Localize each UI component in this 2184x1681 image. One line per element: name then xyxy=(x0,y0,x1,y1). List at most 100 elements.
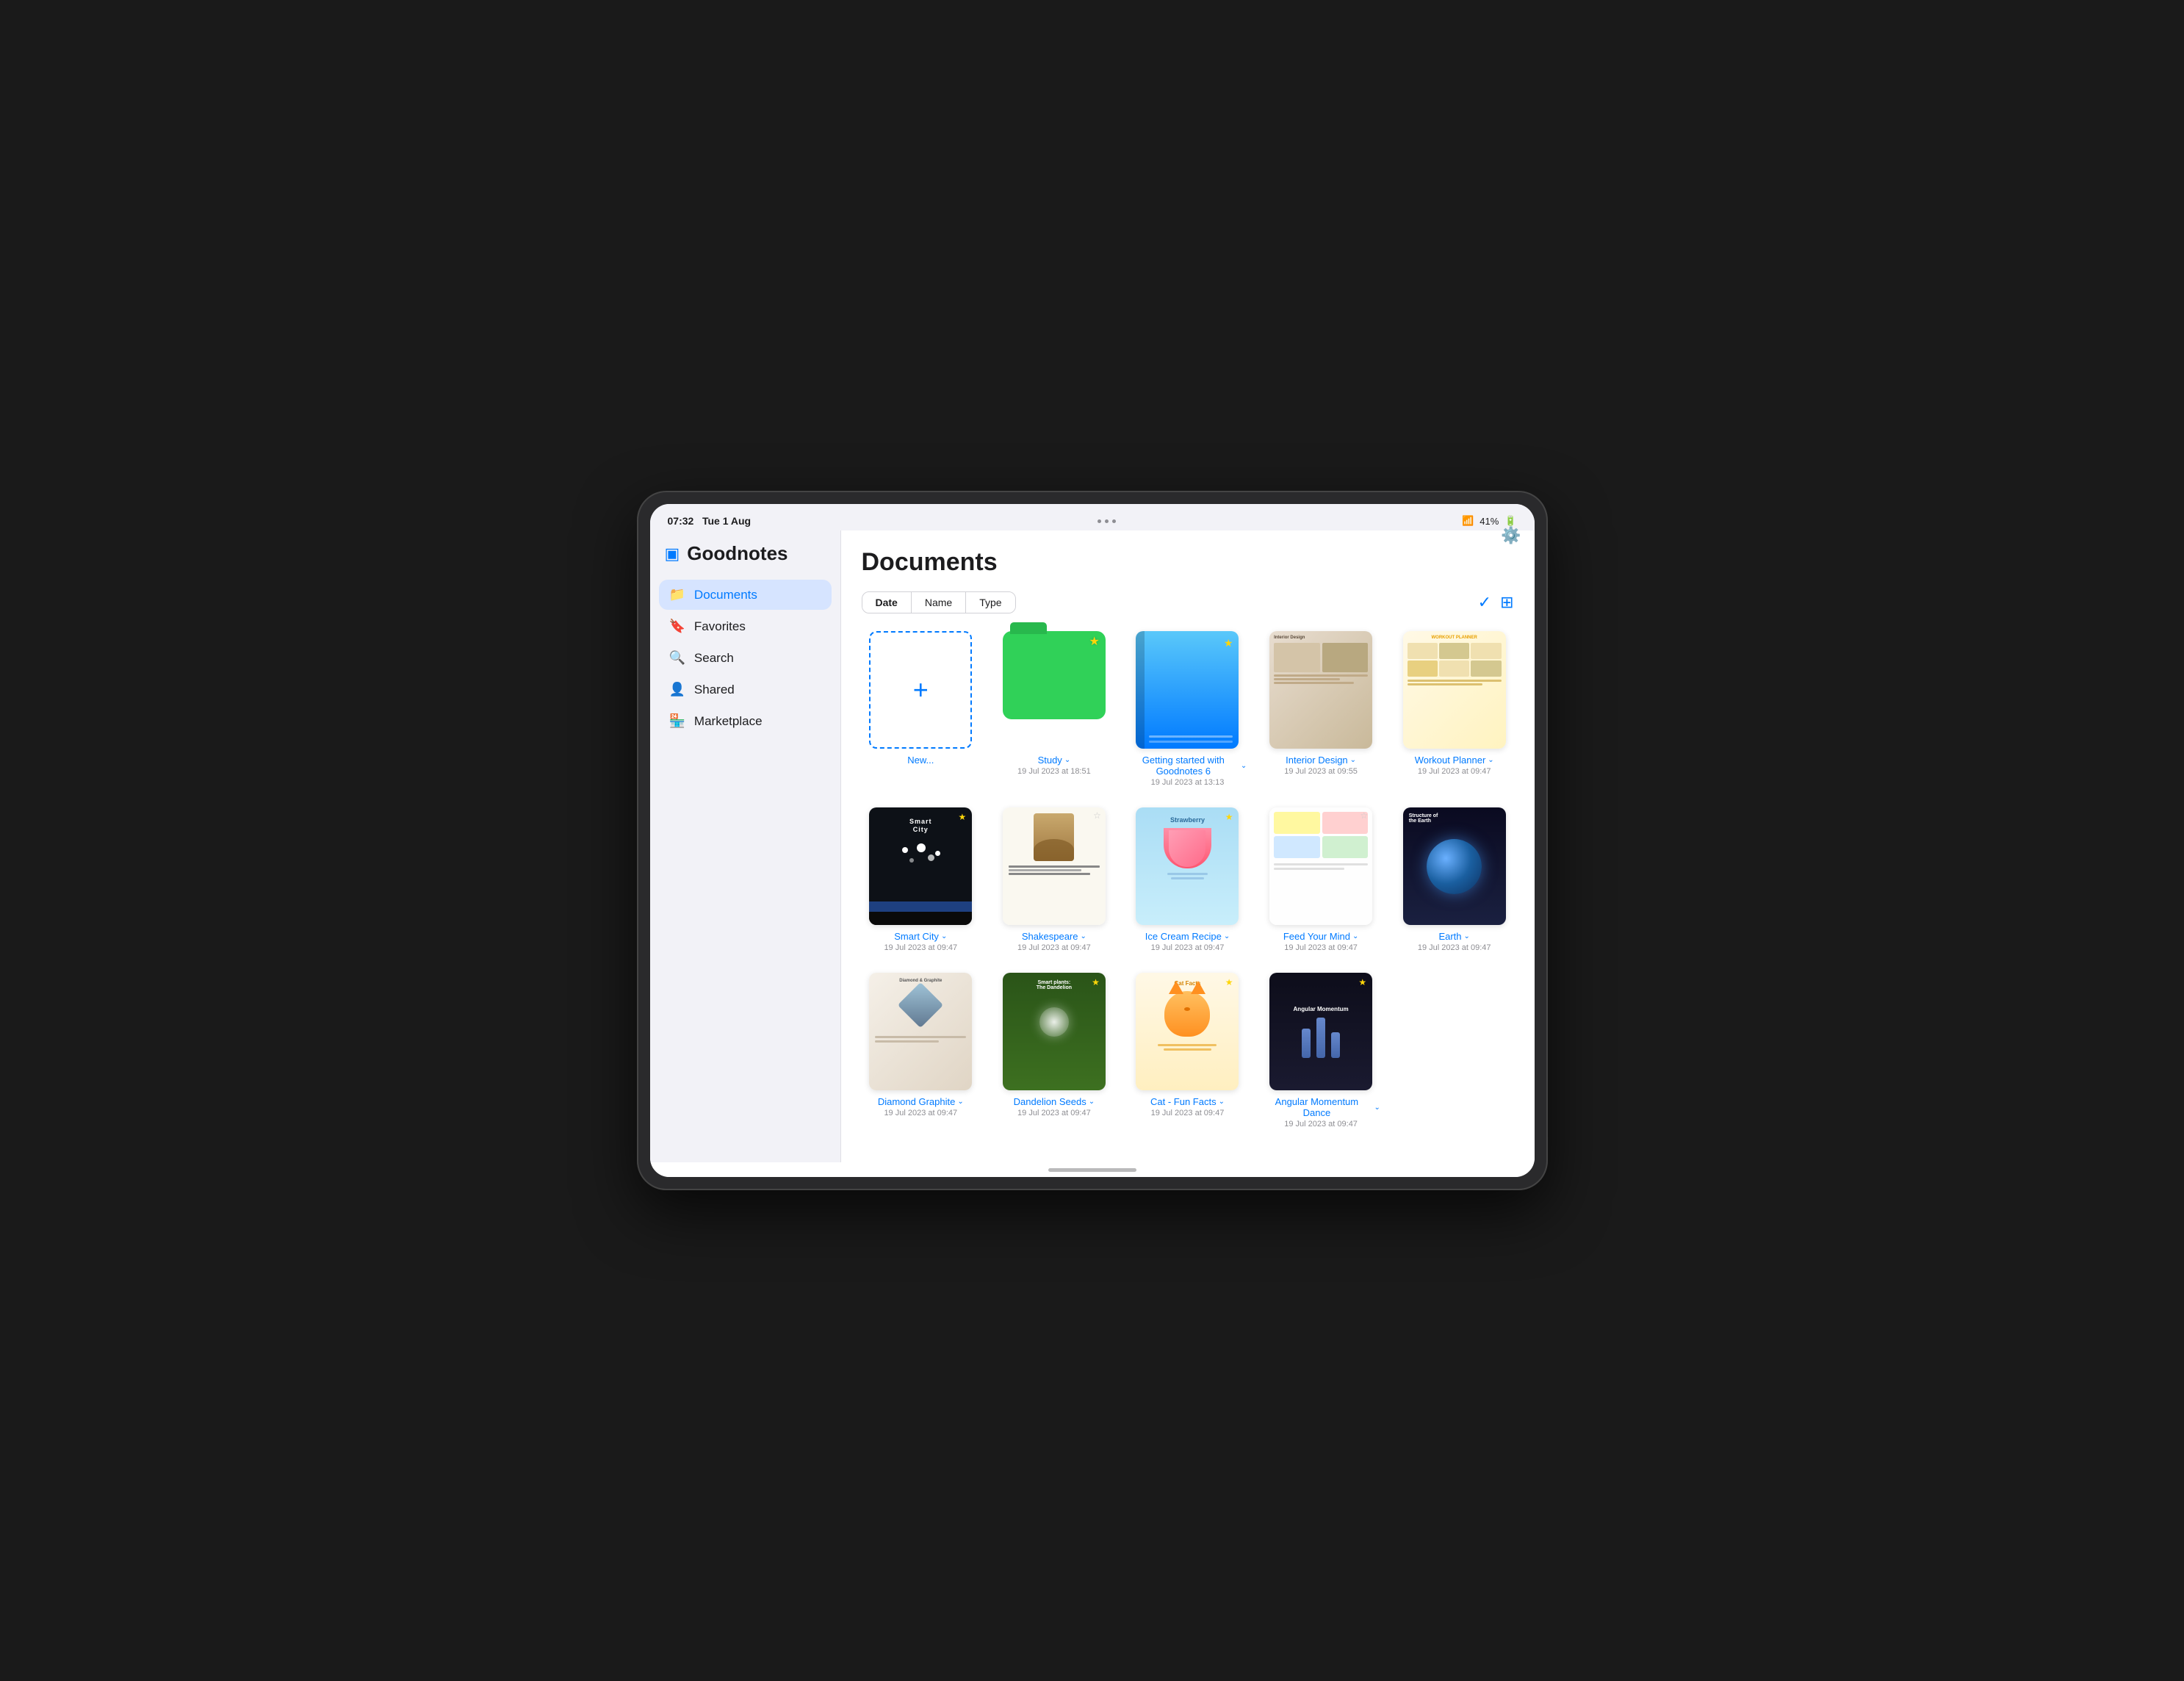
sidebar-item-search-label: Search xyxy=(694,651,734,666)
sidebar-header: ▣ Goodnotes xyxy=(659,542,832,565)
battery-percent: 41% xyxy=(1480,516,1499,527)
doc-name-interior-design: Interior Design ⌄ xyxy=(1286,755,1356,766)
study-star-icon: ★ xyxy=(1089,634,1100,649)
doc-date-feed-your-mind: 19 Jul 2023 at 09:47 xyxy=(1284,943,1358,952)
wifi-icon: 📶 xyxy=(1462,515,1474,527)
doc-date-angular-momentum: 19 Jul 2023 at 09:47 xyxy=(1284,1120,1358,1129)
doc-item-angular-momentum[interactable]: Angular Momentum ★ Angular Momentum Da xyxy=(1261,973,1380,1129)
earth-thumbnail: Structure ofthe Earth xyxy=(1403,807,1506,925)
shared-icon: 👤 xyxy=(669,682,685,697)
smart-city-chevron-icon: ⌄ xyxy=(941,932,947,940)
ipad-screen: 07:32 Tue 1 Aug 📶 41% 🔋 ▣ Goodnotes xyxy=(650,504,1535,1177)
sidebar-item-marketplace[interactable]: 🏪 Marketplace xyxy=(659,706,832,736)
study-chevron-icon: ⌄ xyxy=(1064,756,1070,764)
status-date: Tue 1 Aug xyxy=(702,515,751,527)
sidebar: ▣ Goodnotes 📁 Documents 🔖 Favorites 🔍 Se… xyxy=(650,530,841,1162)
doc-item-smart-city[interactable]: SmartCity ★ xyxy=(862,807,981,952)
diamond-graphite-chevron-icon: ⌄ xyxy=(957,1098,963,1106)
search-icon: 🔍 xyxy=(669,650,685,666)
dot-1 xyxy=(1098,519,1101,523)
documents-icon: 📁 xyxy=(669,587,685,602)
sidebar-item-shared-label: Shared xyxy=(694,683,735,697)
sort-tab-name[interactable]: Name xyxy=(912,592,966,613)
dot-3 xyxy=(1112,519,1116,523)
doc-date-workout-planner: 19 Jul 2023 at 09:47 xyxy=(1418,767,1491,776)
cat-fun-facts-thumbnail: Cat Facts ★ xyxy=(1136,973,1239,1090)
diamond-graphite-thumbnail: Diamond & Graphite xyxy=(869,973,972,1090)
ipad-frame: 07:32 Tue 1 Aug 📶 41% 🔋 ▣ Goodnotes xyxy=(637,491,1548,1190)
cat-fun-facts-chevron-icon: ⌄ xyxy=(1219,1098,1225,1106)
doc-name-workout-planner: Workout Planner ⌄ xyxy=(1415,755,1494,766)
doc-date-earth: 19 Jul 2023 at 09:47 xyxy=(1418,943,1491,952)
settings-button[interactable]: ⚙️ xyxy=(1501,530,1521,545)
status-right: 📶 41% 🔋 xyxy=(1462,515,1516,527)
home-indicator xyxy=(650,1162,1535,1177)
new-doc-thumbnail: + xyxy=(869,631,972,749)
workout-planner-thumbnail: WORKOUT PLANNER xyxy=(1403,631,1506,749)
doc-name-getting-started: Getting started with Goodnotes 6 ⌄ xyxy=(1128,755,1247,777)
doc-name-study: Study ⌄ xyxy=(1038,755,1071,766)
sidebar-item-documents[interactable]: 📁 Documents xyxy=(659,580,832,610)
doc-date-getting-started: 19 Jul 2023 at 13:13 xyxy=(1151,778,1225,787)
doc-item-getting-started[interactable]: ★ Getting started with Goodnotes 6 ⌄ 19 … xyxy=(1128,631,1247,787)
doc-item-earth[interactable]: Structure ofthe Earth Earth ⌄ 19 Jul 202… xyxy=(1395,807,1514,952)
feed-your-mind-chevron-icon: ⌄ xyxy=(1352,932,1358,940)
page-title: Documents xyxy=(862,548,998,577)
sidebar-item-search[interactable]: 🔍 Search xyxy=(659,643,832,673)
shakespeare-chevron-icon: ⌄ xyxy=(1081,932,1086,940)
home-bar xyxy=(1048,1168,1136,1172)
doc-item-interior-design[interactable]: Interior Design Interi xyxy=(1261,631,1380,787)
sort-tab-date[interactable]: Date xyxy=(862,592,912,613)
doc-item-dandelion-seeds[interactable]: Smart plants:The Dandelion ★ Dandelion S… xyxy=(995,973,1114,1129)
sidebar-item-favorites-label: Favorites xyxy=(694,619,746,634)
view-controls: ✓ ⊞ xyxy=(1478,593,1514,612)
doc-name-new: New... xyxy=(907,755,934,766)
getting-started-chevron-icon: ⌄ xyxy=(1241,762,1247,770)
doc-date-smart-city: 19 Jul 2023 at 09:47 xyxy=(884,943,957,952)
status-center-dots xyxy=(1098,519,1116,523)
panel-toggle-icon[interactable]: ▣ xyxy=(665,544,680,564)
doc-item-study[interactable]: ★ Study ⌄ 19 Jul 2023 at 18:51 xyxy=(995,631,1114,787)
workout-planner-chevron-icon: ⌄ xyxy=(1488,756,1493,764)
select-button[interactable]: ✓ xyxy=(1478,593,1491,612)
ice-cream-chevron-icon: ⌄ xyxy=(1224,932,1230,940)
doc-date-dandelion-seeds: 19 Jul 2023 at 09:47 xyxy=(1017,1109,1091,1117)
doc-name-dandelion-seeds: Dandelion Seeds ⌄ xyxy=(1014,1096,1095,1107)
interior-design-thumbnail: Interior Design xyxy=(1269,631,1372,749)
shakespeare-thumbnail: ☆ xyxy=(1003,807,1106,925)
doc-item-shakespeare[interactable]: ☆ Shakespeare ⌄ 19 Jul 2023 at 09:47 xyxy=(995,807,1114,952)
status-bar: 07:32 Tue 1 Aug 📶 41% 🔋 xyxy=(650,504,1535,530)
sort-group: Date Name Type xyxy=(862,591,1016,613)
doc-item-cat-fun-facts[interactable]: Cat Facts ★ xyxy=(1128,973,1247,1129)
earth-chevron-icon: ⌄ xyxy=(1464,932,1470,940)
doc-name-diamond-graphite: Diamond Graphite ⌄ xyxy=(878,1096,964,1107)
smart-city-thumbnail: SmartCity ★ xyxy=(869,807,972,925)
ice-cream-thumbnail: Strawberry ★ xyxy=(1136,807,1239,925)
battery-icon: 🔋 xyxy=(1504,515,1516,527)
doc-item-diamond-graphite[interactable]: Diamond & Graphite Diamond Graphite ⌄ xyxy=(862,973,981,1129)
interior-design-chevron-icon: ⌄ xyxy=(1350,756,1356,764)
new-doc-plus-icon: + xyxy=(913,674,929,705)
doc-date-interior-design: 19 Jul 2023 at 09:55 xyxy=(1284,767,1358,776)
getting-started-thumbnail: ★ xyxy=(1136,631,1239,749)
doc-name-smart-city: Smart City ⌄ xyxy=(894,931,947,942)
favorites-icon: 🔖 xyxy=(669,619,685,634)
doc-item-feed-your-mind[interactable]: ☆ Feed Your Mind ⌄ 19 Jul 2023 at 09:47 xyxy=(1261,807,1380,952)
doc-name-earth: Earth ⌄ xyxy=(1438,931,1469,942)
doc-name-ice-cream: Ice Cream Recipe ⌄ xyxy=(1145,931,1230,942)
sidebar-nav: 📁 Documents 🔖 Favorites 🔍 Search 👤 Share… xyxy=(659,580,832,736)
main-content: ⚙️ Documents Date Name Type ✓ ⊞ xyxy=(841,530,1535,1162)
doc-name-angular-momentum: Angular Momentum Dance ⌄ xyxy=(1261,1096,1380,1118)
sidebar-item-documents-label: Documents xyxy=(694,588,757,602)
grid-view-button[interactable]: ⊞ xyxy=(1500,593,1513,612)
documents-grid: + New... ★ xyxy=(862,631,1514,1129)
marketplace-icon: 🏪 xyxy=(669,713,685,729)
sidebar-item-favorites[interactable]: 🔖 Favorites xyxy=(659,611,832,641)
doc-item-new[interactable]: + New... xyxy=(862,631,981,787)
sort-tab-type[interactable]: Type xyxy=(966,592,1014,613)
doc-item-workout-planner[interactable]: WORKOUT PLANNER xyxy=(1395,631,1514,787)
doc-item-ice-cream[interactable]: Strawberry ★ Ice Cream Recipe xyxy=(1128,807,1247,952)
doc-date-ice-cream: 19 Jul 2023 at 09:47 xyxy=(1151,943,1225,952)
doc-date-diamond-graphite: 19 Jul 2023 at 09:47 xyxy=(884,1109,957,1117)
sidebar-item-shared[interactable]: 👤 Shared xyxy=(659,674,832,705)
